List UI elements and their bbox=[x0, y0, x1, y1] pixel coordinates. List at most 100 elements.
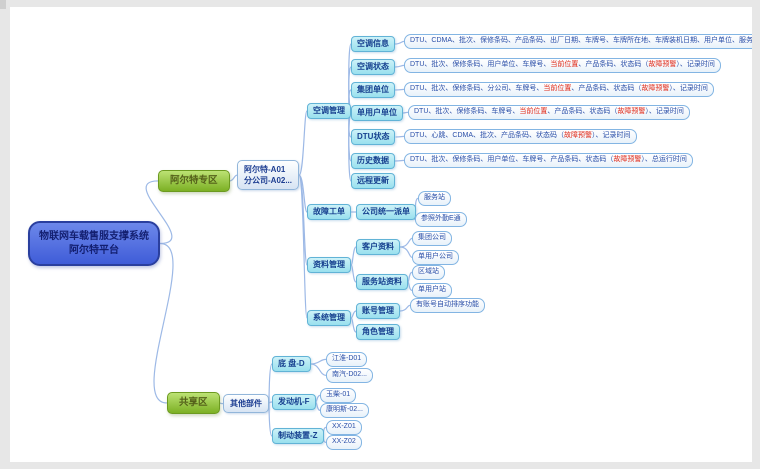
node-zone-share[interactable]: 共享区 bbox=[167, 392, 220, 414]
node-yc-01[interactable]: 玉柴-01 bbox=[320, 388, 356, 403]
node-leaf4[interactable]: DTU、批次、保修条码、车牌号、当前位置、产品条码、状态码（故障预警）、记录时间 bbox=[408, 105, 690, 120]
node-label: 参照外勤E通 bbox=[421, 215, 461, 222]
node-label-highlight: 故障预警 bbox=[641, 85, 669, 92]
node-acct-mgmt[interactable]: 账号管理 bbox=[356, 303, 400, 319]
node-ref-etong[interactable]: 参照外勤E通 bbox=[415, 212, 467, 227]
node-br-ac[interactable]: 空调管理 bbox=[307, 103, 351, 119]
node-label-segment: ）、记录时间 bbox=[676, 61, 715, 68]
node-ac-history[interactable]: 历史数据 bbox=[351, 153, 395, 169]
screenshot-root: { "colors": { "edge": "#9db9e6", "canvas… bbox=[0, 0, 760, 469]
node-label-segment: DTU、心跳、CDMA、批次、产品条码、状态码（ bbox=[410, 132, 564, 139]
node-label-segment: 、产品条码、状态码（ bbox=[547, 108, 617, 115]
node-ac-info[interactable]: 空调信息 bbox=[351, 36, 395, 52]
node-label-segment: DTU、批次、保修条码、用户单位、车牌号、产品条码、状态码（ bbox=[410, 156, 613, 163]
node-leaf6[interactable]: DTU、批次、保修条码、用户单位、车牌号、产品条码、状态码（故障预警）、总运行时… bbox=[404, 153, 693, 168]
node-label: 历史数据 bbox=[357, 156, 389, 165]
node-ac-dtu[interactable]: DTU状态 bbox=[351, 129, 395, 145]
node-label-segment: ）、总运行时间 bbox=[641, 156, 687, 163]
node-region-st[interactable]: 区域站 bbox=[412, 265, 445, 280]
edge-ac-status-leaf2 bbox=[395, 65, 404, 67]
node-label-segment: DTU、批次、保修条码、车牌号、 bbox=[414, 108, 519, 115]
node-label: 制动装置-Z bbox=[278, 431, 318, 440]
node-hub-other[interactable]: 其他部件 bbox=[223, 394, 269, 413]
node-label: 发动机-F bbox=[278, 397, 310, 406]
edge-ac-group-leaf3 bbox=[395, 89, 404, 90]
node-label-segment: DTU、批次、保修条码、用户单位、车牌号、 bbox=[410, 61, 550, 68]
node-label-segment: ）、记录时间 bbox=[592, 132, 631, 139]
node-label-segment: DTU、批次、保修条码、分公司、车牌号、 bbox=[410, 85, 543, 92]
node-label: 集团单位 bbox=[357, 85, 389, 94]
node-label-segment: ）、记录时间 bbox=[645, 108, 684, 115]
node-kms-02[interactable]: 康明斯-02... bbox=[320, 403, 369, 418]
edge-ac-info-leaf1 bbox=[395, 41, 404, 44]
node-label: 底 盘-D bbox=[278, 359, 305, 368]
node-single-co[interactable]: 单用户公司 bbox=[412, 250, 459, 265]
node-leaf2[interactable]: DTU、批次、保修条码、用户单位、车牌号、当前位置、产品条码、状态码（故障预警）… bbox=[404, 58, 721, 73]
node-br-data[interactable]: 资料管理 bbox=[307, 257, 351, 273]
edge-chassis-jh-d01 bbox=[311, 359, 326, 364]
node-label: XX-Z02 bbox=[332, 438, 356, 445]
node-label-highlight: 当前位置 bbox=[550, 61, 578, 68]
node-jh-d01[interactable]: 江淮-D01 bbox=[326, 352, 367, 367]
edge-chassis-nq-d02 bbox=[311, 364, 326, 375]
node-label-segment: ）、记录时间 bbox=[669, 85, 708, 92]
node-label-highlight: 当前位置 bbox=[543, 85, 571, 92]
node-label: 集团公司 bbox=[418, 234, 446, 241]
node-label: 玉柴-01 bbox=[326, 391, 350, 398]
node-label: 有账号自动排序功能 bbox=[416, 301, 479, 308]
node-label-line: 分公司-A02... bbox=[244, 175, 292, 186]
node-hub-a01[interactable]: 阿尔特-A01分公司-A02... bbox=[237, 160, 299, 190]
edge-root-zone-share bbox=[154, 244, 173, 403]
node-root[interactable]: 物联网车载售服支撑系统阿尔特平台 bbox=[28, 221, 160, 266]
node-leaf1[interactable]: DTU、CDMA、批次、保修条码、产品条码、出厂日期、车牌号、车牌所在地、车牌装… bbox=[404, 34, 752, 49]
node-br-fault[interactable]: 故障工单 bbox=[307, 204, 351, 220]
node-svc-station[interactable]: 服务站 bbox=[418, 191, 451, 206]
node-label: 区域站 bbox=[418, 268, 439, 275]
node-label: DTU状态 bbox=[357, 132, 389, 141]
node-label: 资料管理 bbox=[313, 260, 345, 269]
node-single-st[interactable]: 单用户站 bbox=[412, 283, 452, 298]
node-leaf3[interactable]: DTU、批次、保修条码、分公司、车牌号、当前位置、产品条码、状态码（故障预警）、… bbox=[404, 82, 714, 97]
node-label-line: 阿尔特平台 bbox=[33, 244, 155, 258]
node-dispatch[interactable]: 公司统一派单 bbox=[356, 204, 416, 220]
node-brake[interactable]: 制动装置-Z bbox=[272, 428, 324, 444]
node-label-line: 物联网车载售服支撑系统 bbox=[33, 230, 155, 244]
edge-zone-aerte-hub-a01 bbox=[230, 175, 237, 181]
node-ac-remote[interactable]: 远程更新 bbox=[351, 173, 395, 189]
node-nq-d02[interactable]: 南汽-D02... bbox=[326, 368, 373, 383]
node-label-segment: 、产品条码、状态码（ bbox=[578, 61, 648, 68]
node-svc-data[interactable]: 服务站资料 bbox=[356, 274, 408, 290]
node-label: XX-Z01 bbox=[332, 423, 356, 430]
node-label: 江淮-D01 bbox=[332, 355, 361, 362]
node-zone-aerte[interactable]: 阿尔特专区 bbox=[158, 170, 230, 192]
node-br-sys[interactable]: 系统管理 bbox=[307, 310, 351, 326]
node-ac-single[interactable]: 单用户单位 bbox=[351, 105, 403, 121]
node-label: 其他部件 bbox=[230, 399, 262, 408]
window-corner-notch bbox=[0, 0, 6, 9]
node-cust-data[interactable]: 客户资料 bbox=[356, 239, 400, 255]
edge-cust-data-single-co bbox=[400, 247, 412, 257]
node-leaf5[interactable]: DTU、心跳、CDMA、批次、产品条码、状态码（故障预警）、记录时间 bbox=[404, 129, 637, 144]
node-label: 账号管理 bbox=[362, 306, 394, 315]
node-xx-z02[interactable]: XX-Z02 bbox=[326, 435, 362, 450]
node-engine[interactable]: 发动机-F bbox=[272, 394, 316, 410]
edge-acct-mgmt-acct-sort bbox=[400, 305, 410, 311]
node-ac-group[interactable]: 集团单位 bbox=[351, 82, 395, 98]
node-xx-z01[interactable]: XX-Z01 bbox=[326, 420, 362, 435]
node-label-line: 阿尔特-A01 bbox=[244, 164, 292, 175]
node-role-mgmt[interactable]: 角色管理 bbox=[356, 324, 400, 340]
mindmap-canvas[interactable]: 物联网车载售服支撑系统阿尔特平台 阿尔特专区共享区 阿尔特-A01分公司-A02..… bbox=[10, 7, 752, 462]
edge-ac-dtu-leaf5 bbox=[395, 136, 404, 137]
node-label: 系统管理 bbox=[313, 313, 345, 322]
node-label: 公司统一派单 bbox=[362, 207, 410, 216]
node-label: 客户资料 bbox=[362, 242, 394, 251]
node-label: 服务站 bbox=[424, 194, 445, 201]
node-label: DTU、CDMA、批次、保修条码、产品条码、出厂日期、车牌号、车牌所在地、车牌装… bbox=[410, 37, 752, 44]
node-acct-sort[interactable]: 有账号自动排序功能 bbox=[410, 298, 485, 313]
node-label: 单用户站 bbox=[418, 286, 446, 293]
node-chassis[interactable]: 底 盘-D bbox=[272, 356, 311, 372]
node-ac-status[interactable]: 空调状态 bbox=[351, 59, 395, 75]
node-label: 空调状态 bbox=[357, 62, 389, 71]
node-label: 空调管理 bbox=[313, 106, 345, 115]
node-group-co[interactable]: 集团公司 bbox=[412, 231, 452, 246]
